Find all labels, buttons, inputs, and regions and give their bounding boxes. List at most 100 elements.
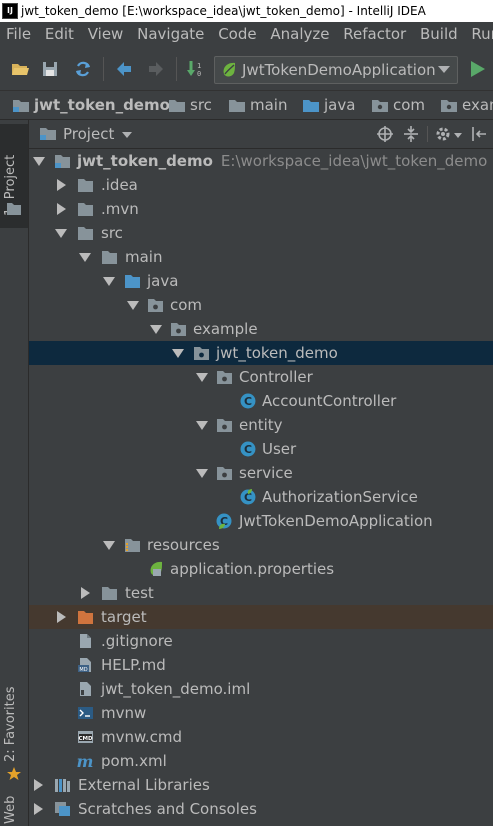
expand-arrow-icon[interactable] <box>57 179 66 191</box>
tree-node[interactable]: test <box>29 581 493 605</box>
expand-arrow-icon[interactable] <box>81 587 90 599</box>
tree-node[interactable]: application.properties <box>29 557 493 581</box>
tree-node[interactable]: resources <box>29 533 493 557</box>
tree-node[interactable]: m pom.xml <box>29 749 493 773</box>
expand-arrow-icon[interactable] <box>33 157 45 166</box>
menu-navigate[interactable]: Navigate <box>137 22 204 46</box>
tree-node-label: .gitignore <box>101 632 173 650</box>
expand-arrow-icon[interactable] <box>172 349 184 358</box>
hide-panel-icon[interactable] <box>470 125 488 143</box>
menu-run[interactable]: Run <box>471 22 493 46</box>
build-project-icon[interactable]: 10 <box>186 59 206 79</box>
tree-node-label: Scratches and Consoles <box>78 800 257 818</box>
tree-node[interactable]: C JwtTokenDemoApplication <box>29 509 493 533</box>
tab-project[interactable]: 1: Project <box>0 124 28 228</box>
breadcrumb-label: jwt_token_demo <box>34 96 170 114</box>
tree-node-label: jwt_token_demo <box>77 152 213 170</box>
tree-node-root[interactable]: jwt_token_demo E:\workspace_idea\jwt_toke… <box>29 149 493 173</box>
folder-icon <box>102 251 117 264</box>
breadcrumb-label: exam <box>462 96 493 114</box>
tree-node[interactable]: C AuthorizationService <box>29 485 493 509</box>
tree-node[interactable]: src <box>29 221 493 245</box>
menu-build[interactable]: Build <box>420 22 458 46</box>
expand-arrow-icon[interactable] <box>34 803 43 815</box>
svg-text:0: 0 <box>197 70 201 78</box>
forward-arrow-icon[interactable] <box>146 59 166 79</box>
panel-title[interactable]: Project <box>63 120 114 148</box>
menu-refactor[interactable]: Refactor <box>343 22 406 46</box>
folder-icon <box>229 100 245 112</box>
tree-node[interactable]: Scratches and Consoles <box>29 797 493 821</box>
package-icon <box>217 419 232 432</box>
tree-node[interactable]: C User <box>29 437 493 461</box>
spring-bean-class-icon: C <box>240 489 256 505</box>
tree-node-selected[interactable]: jwt_token_demo <box>29 341 493 365</box>
chevron-down-icon[interactable] <box>122 132 132 138</box>
expand-arrow-icon[interactable] <box>34 779 43 791</box>
menu-edit[interactable]: Edit <box>45 22 74 46</box>
chevron-down-icon <box>438 66 450 73</box>
tree-node-label: test <box>125 584 154 602</box>
expand-arrow-icon[interactable] <box>57 611 66 623</box>
tree-node[interactable]: mvnw <box>29 701 493 725</box>
breadcrumb-label: src <box>190 96 212 114</box>
libraries-icon <box>55 779 70 792</box>
folder-icon <box>78 227 93 240</box>
chevron-down-icon[interactable] <box>454 133 462 138</box>
expand-arrow-icon[interactable] <box>79 253 91 262</box>
expand-arrow-icon[interactable] <box>196 421 208 430</box>
tab-web[interactable]: Web <box>0 792 28 826</box>
tab-favorites[interactable]: 2: Favorites <box>0 680 28 785</box>
menu-view[interactable]: View <box>88 22 124 46</box>
tree-node[interactable]: MD HELP.md <box>29 653 493 677</box>
menu-analyze[interactable]: Analyze <box>270 22 329 46</box>
spring-boot-icon <box>223 62 235 77</box>
tree-node-label: service <box>239 464 293 482</box>
tree-node-label: example <box>193 320 258 338</box>
expand-arrow-icon[interactable] <box>57 203 66 215</box>
tree-node[interactable]: CMD mvnw.cmd <box>29 725 493 749</box>
tree-node-label: AccountController <box>262 392 397 410</box>
tree-node-label: application.properties <box>170 560 335 578</box>
tree-node[interactable]: C AccountController <box>29 389 493 413</box>
star-icon <box>7 767 21 780</box>
tree-node-label: AuthorizationService <box>262 488 418 506</box>
expand-arrow-icon[interactable] <box>103 277 115 286</box>
package-icon <box>217 371 232 384</box>
tree-node[interactable]: com <box>29 293 493 317</box>
menu-code[interactable]: Code <box>218 22 256 46</box>
gear-icon[interactable] <box>434 125 452 143</box>
open-folder-icon[interactable] <box>10 59 30 79</box>
package-icon <box>217 467 232 480</box>
project-tree: jwt_token_demo E:\workspace_idea\jwt_toke… <box>29 149 493 826</box>
collapse-all-icon[interactable] <box>402 125 420 143</box>
tree-node[interactable]: entity <box>29 413 493 437</box>
tree-node[interactable]: java <box>29 269 493 293</box>
expand-arrow-icon[interactable] <box>196 373 208 382</box>
expand-arrow-icon[interactable] <box>103 541 115 550</box>
run-icon[interactable] <box>467 59 487 79</box>
locate-target-icon[interactable] <box>376 125 394 143</box>
save-all-icon[interactable] <box>40 59 60 79</box>
tree-node[interactable]: main <box>29 245 493 269</box>
scratches-icon <box>55 802 70 816</box>
synchronize-icon[interactable] <box>73 59 93 79</box>
tree-node[interactable]: jwt_token_demo.iml <box>29 677 493 701</box>
expand-arrow-icon[interactable] <box>55 229 67 238</box>
expand-arrow-icon[interactable] <box>196 469 208 478</box>
tree-node-label: java <box>147 272 179 290</box>
tree-node[interactable]: example <box>29 317 493 341</box>
tree-node[interactable]: service <box>29 461 493 485</box>
tree-node[interactable]: .idea <box>29 173 493 197</box>
shell-icon <box>78 707 93 719</box>
tree-node[interactable]: .mvn <box>29 197 493 221</box>
expand-arrow-icon[interactable] <box>150 325 162 334</box>
tree-node[interactable]: .gitignore <box>29 629 493 653</box>
expand-arrow-icon[interactable] <box>127 301 139 310</box>
tree-node[interactable]: External Libraries <box>29 773 493 797</box>
tree-node-excluded[interactable]: target <box>29 605 493 629</box>
tree-node[interactable]: Controller <box>29 365 493 389</box>
run-configuration-dropdown[interactable]: JwtTokenDemoApplication <box>214 56 458 84</box>
back-arrow-icon[interactable] <box>114 59 134 79</box>
menu-file[interactable]: File <box>6 22 31 46</box>
